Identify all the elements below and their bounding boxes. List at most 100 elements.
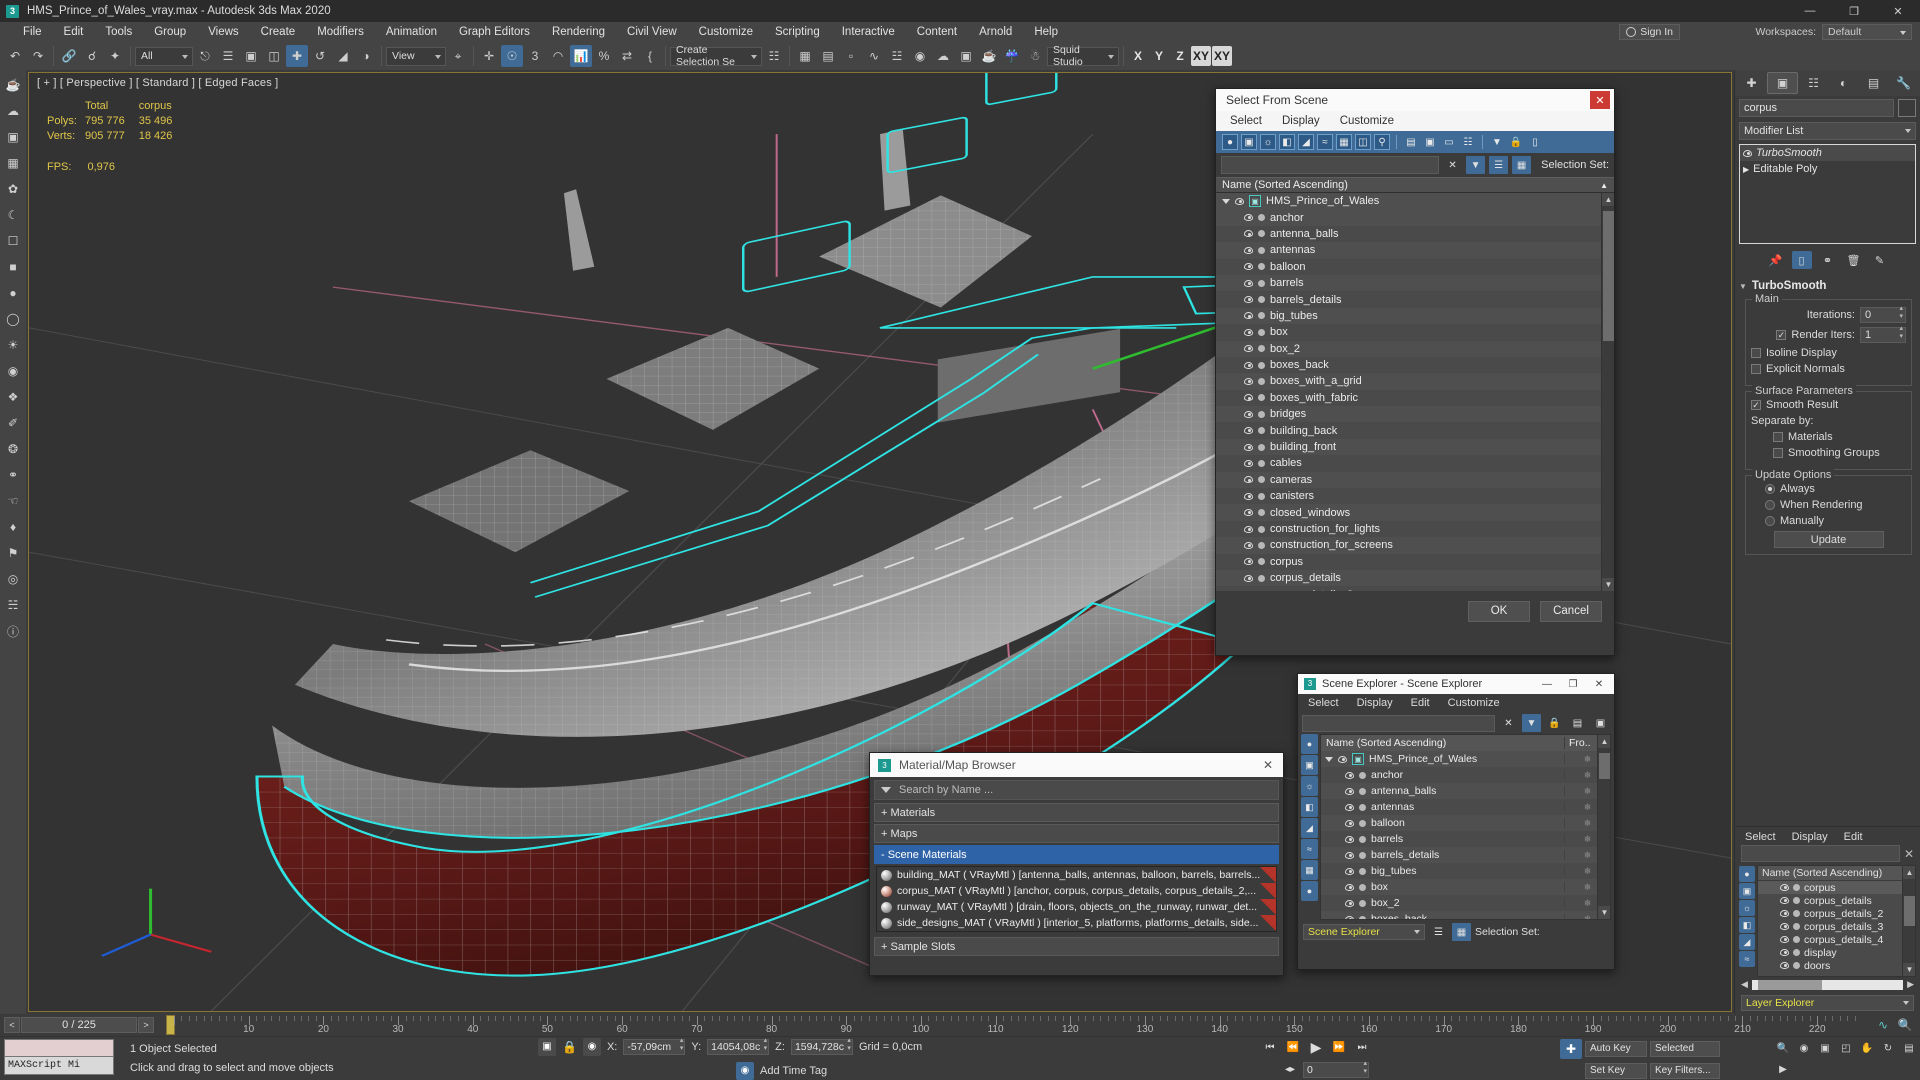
zoom-extents-icon[interactable]: ▣	[1816, 1039, 1834, 1057]
z-field[interactable]: 1594,728c	[790, 1037, 853, 1055]
track-bar-curve-icon[interactable]: ∿	[1872, 1014, 1894, 1036]
expand-all-icon[interactable]: ▣	[1422, 134, 1438, 150]
layer-row[interactable]: doors	[1758, 959, 1915, 972]
material-list-item[interactable]: building_MAT ( VRayMtl ) [antenna_balls,…	[877, 867, 1276, 883]
filter-geometry-icon[interactable]: ●	[1301, 734, 1318, 754]
chain-icon[interactable]: ⚭	[2, 464, 24, 486]
eye-icon[interactable]	[1345, 915, 1354, 919]
table-row[interactable]: construction_for_lights	[1216, 521, 1614, 537]
eye-icon[interactable]	[1345, 851, 1354, 859]
table-row[interactable]: barrels	[1216, 274, 1614, 292]
viewport-label[interactable]: [ + ] [ Perspective ] [ Standard ] [ Edg…	[37, 77, 278, 89]
crescent-icon[interactable]: ☾	[2, 204, 24, 226]
eye-icon[interactable]	[1244, 427, 1253, 435]
named-selection-sets-input[interactable]: Create Selection Se	[670, 44, 762, 68]
filter-shapes-icon[interactable]: ▣	[1241, 134, 1257, 150]
material-editor-icon[interactable]: ◉	[909, 45, 931, 67]
help-icon[interactable]: ⓘ	[2, 620, 24, 642]
clear-search-icon[interactable]: ✕	[1499, 714, 1518, 732]
table-row[interactable]: building_front	[1216, 438, 1614, 456]
table-row[interactable]: boxes_with_a_grid	[1216, 373, 1614, 390]
section-maps[interactable]: + Maps	[874, 824, 1279, 843]
go-to-start-icon[interactable]: ⏮	[1260, 1039, 1280, 1056]
filter-lights-icon[interactable]: ☼	[1301, 776, 1318, 796]
close-icon[interactable]: ✕	[1590, 91, 1610, 109]
section-sample-slots[interactable]: + Sample Slots	[874, 937, 1279, 956]
menu-views[interactable]: Views	[197, 22, 249, 42]
axis-constraint-y[interactable]: Y	[1149, 46, 1169, 66]
columns-icon[interactable]: ▯	[1527, 134, 1543, 150]
lock-icon[interactable]: 🔒	[1545, 714, 1564, 732]
cancel-button[interactable]: Cancel	[1540, 600, 1602, 622]
layer-row[interactable]: corpus_details	[1758, 894, 1915, 907]
filter-geometry-icon[interactable]: ●	[1739, 866, 1755, 882]
unlink-selection-icon[interactable]: ☌	[81, 45, 103, 67]
object-color-swatch[interactable]	[1898, 99, 1916, 117]
key-filters-button[interactable]: Key Filters...	[1650, 1062, 1720, 1079]
minimize-button[interactable]: —	[1788, 0, 1832, 22]
group-icon[interactable]: ▣	[1249, 195, 1261, 208]
layer-row[interactable]: corpus_details_4	[1758, 933, 1915, 946]
eye-icon[interactable]	[1743, 149, 1752, 157]
eye-icon[interactable]	[1780, 884, 1789, 891]
expand-all-icon[interactable]: ▤	[1568, 714, 1587, 732]
hierarchy-tab[interactable]: ☷	[1799, 72, 1828, 94]
current-frame-display[interactable]: 0 / 225	[21, 1017, 137, 1033]
eye-icon[interactable]	[1780, 910, 1789, 917]
eye-icon[interactable]	[1345, 771, 1354, 779]
sphere-icon[interactable]: ●	[2, 282, 24, 304]
key-mode-toggle-icon[interactable]: ◂▸	[1280, 1061, 1300, 1078]
filter-space-warps-icon[interactable]: ≈	[1301, 839, 1318, 859]
table-row[interactable]: box	[1216, 324, 1614, 340]
scroll-up-icon[interactable]: ▲	[1598, 735, 1610, 748]
table-row[interactable]: building_back	[1216, 422, 1614, 438]
sun-icon[interactable]: ☀	[2, 334, 24, 356]
layer-explorer-search-input[interactable]	[1741, 845, 1900, 862]
lock-icon[interactable]: 🔒	[1508, 134, 1524, 150]
isoline-display-checkbox[interactable]	[1751, 348, 1761, 358]
zoom-all-icon[interactable]: ◉	[1795, 1039, 1813, 1057]
configure-modifier-sets-icon[interactable]: ✎	[1870, 251, 1890, 269]
table-row[interactable]: antenna_balls ❄	[1321, 783, 1610, 799]
select-and-rotate-icon[interactable]: ↺	[309, 45, 331, 67]
table-row[interactable]: box ❄	[1321, 879, 1610, 895]
scroll-up-icon[interactable]: ▲	[1602, 193, 1614, 206]
monitor-icon[interactable]: ▣	[2, 126, 24, 148]
se-menu-display[interactable]: Display	[1357, 697, 1393, 709]
field-of-view-icon[interactable]: ◰	[1837, 1039, 1855, 1057]
axis-constraint-xy-alt[interactable]: XY	[1212, 46, 1232, 66]
eye-icon[interactable]	[1244, 361, 1253, 369]
previous-frame-icon[interactable]: ⏪	[1283, 1039, 1303, 1056]
table-row[interactable]: construction_for_screens	[1216, 537, 1614, 554]
make-unique-icon[interactable]: ⚭	[1818, 251, 1838, 269]
collapse-all-icon[interactable]: ▭	[1441, 134, 1457, 150]
eye-icon[interactable]	[1244, 492, 1253, 500]
y-field[interactable]: 14054,08c	[707, 1037, 770, 1055]
undo-icon[interactable]: ↶	[4, 45, 26, 67]
filter-xrefs-icon[interactable]: ◫	[1355, 134, 1371, 150]
box-icon[interactable]: ■	[2, 256, 24, 278]
eye-icon[interactable]	[1244, 443, 1253, 451]
scroll-down-icon[interactable]: ▼	[1602, 578, 1614, 591]
se-menu-customize[interactable]: Customize	[1448, 697, 1500, 709]
clipboard-icon[interactable]: ☵	[2, 594, 24, 616]
stack-item-turbosmooth[interactable]: TurboSmooth	[1740, 145, 1915, 161]
menu-arnold[interactable]: Arnold	[968, 22, 1023, 42]
select-by-name-icon[interactable]: ☰	[217, 45, 239, 67]
isolate-selection-icon[interactable]: ◉	[582, 1037, 601, 1056]
scroll-up-icon[interactable]: ▲	[1903, 866, 1915, 879]
layer-row[interactable]: corpus_details_3	[1758, 920, 1915, 933]
menu-help[interactable]: Help	[1023, 22, 1069, 42]
window-crossing-icon[interactable]: ◫	[263, 45, 285, 67]
select-object-icon[interactable]: ⎋	[194, 45, 216, 67]
track-bar-ruler[interactable]: 10 20 30 40 50 60 70 80 90 100 110 120 130 140 150 160 1…	[160, 1014, 1872, 1036]
modify-tab[interactable]: ▣	[1767, 72, 1798, 94]
pin-stack-icon[interactable]: 📌	[1766, 251, 1786, 269]
eye-icon[interactable]	[1244, 410, 1253, 418]
scene-explorer-scrollbar[interactable]: ▲ ▼	[1597, 735, 1610, 919]
window-icon[interactable]: ☐	[2, 230, 24, 252]
filter-bones-icon[interactable]: ⚲	[1374, 134, 1390, 150]
menu-file[interactable]: File	[12, 22, 53, 42]
layer-menu-select[interactable]: Select	[1745, 831, 1776, 843]
filter-shapes-icon[interactable]: ▣	[1739, 883, 1755, 899]
